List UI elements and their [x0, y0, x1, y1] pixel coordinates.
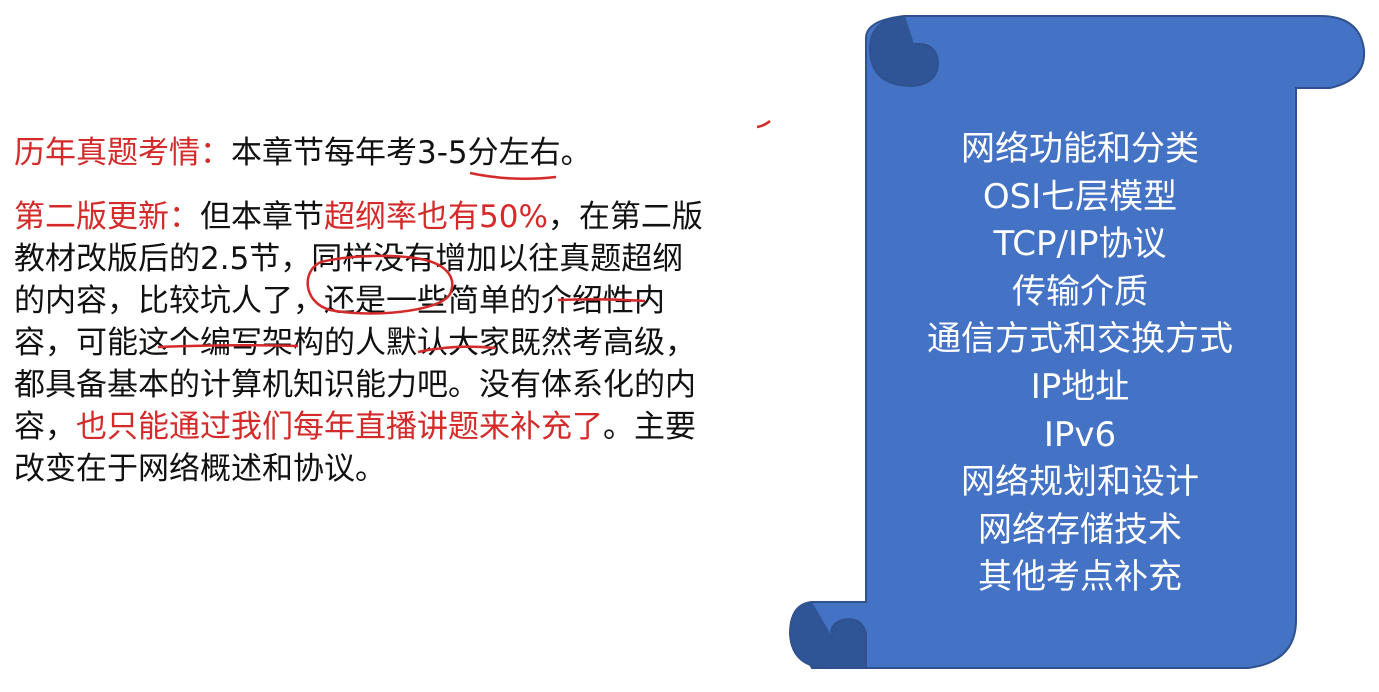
topic-item: 其他考点补充	[978, 557, 1182, 598]
topic-item: IP地址	[1030, 366, 1130, 407]
topic-item: 网络规划和设计	[961, 462, 1199, 503]
topic-item: OSI七层模型	[982, 176, 1178, 217]
topic-item: 通信方式和交换方式	[927, 319, 1233, 360]
topic-list: 网络功能和分类 OSI七层模型 TCP/IP协议 传输介质 通信方式和交换方式 …	[870, 126, 1290, 602]
topic-item: TCP/IP协议	[993, 224, 1167, 265]
topic-item: IPv6	[1043, 414, 1117, 455]
topic-item: 传输介质	[1012, 271, 1148, 312]
topic-item: 网络功能和分类	[961, 129, 1199, 169]
topic-item: 网络存储技术	[978, 509, 1182, 550]
